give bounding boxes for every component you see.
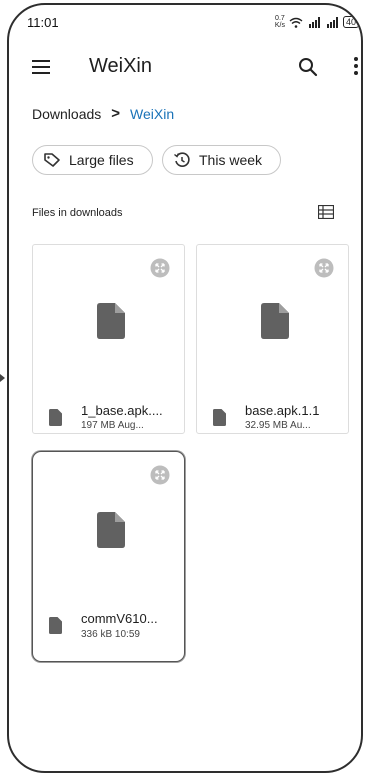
expand-preview-icon[interactable] xyxy=(314,258,334,278)
file-card-selected[interactable]: commV610... 336 kB 10:59 xyxy=(32,451,185,662)
more-vertical-icon[interactable] xyxy=(353,57,359,77)
filter-chip-label: Large files xyxy=(69,152,134,168)
status-icons: 0.7 K/s 40 xyxy=(275,15,359,29)
status-time: 11:01 xyxy=(27,15,59,30)
status-bar: 11:01 0.7 K/s 40 xyxy=(27,15,359,31)
file-icon xyxy=(49,409,62,426)
file-name: commV610... xyxy=(81,611,158,626)
search-icon[interactable] xyxy=(297,56,319,78)
wifi-icon xyxy=(289,17,303,28)
expand-preview-icon[interactable] xyxy=(150,465,170,485)
file-card[interactable]: base.apk.1.1 32.95 MB Au... xyxy=(196,244,349,434)
app-title: WeiXin xyxy=(89,55,152,77)
app-bar: WeiXin xyxy=(29,51,361,83)
tag-icon xyxy=(44,153,60,167)
file-icon xyxy=(49,617,62,634)
network-speed: 0.7 K/s xyxy=(274,15,285,29)
side-edge-marker xyxy=(0,374,5,382)
file-name: 1_base.apk.... xyxy=(81,403,163,418)
expand-preview-icon[interactable] xyxy=(150,258,170,278)
battery-icon: 40 xyxy=(342,16,359,28)
file-icon xyxy=(213,409,226,426)
file-meta: 197 MB Aug... xyxy=(81,420,144,431)
filter-chip-large-files[interactable]: Large files xyxy=(32,145,153,175)
filter-chip-this-week[interactable]: This week xyxy=(162,145,281,175)
list-view-icon[interactable] xyxy=(318,205,334,219)
breadcrumb-downloads[interactable]: Downloads xyxy=(32,106,101,122)
breadcrumb-weixin[interactable]: WeiXin xyxy=(130,106,174,122)
breadcrumb-separator: > xyxy=(111,105,121,122)
file-card[interactable]: 1_base.apk.... 197 MB Aug... xyxy=(32,244,185,434)
file-icon xyxy=(261,303,289,339)
signal-icon-sim2 xyxy=(326,16,338,28)
file-name: base.apk.1.1 xyxy=(245,403,320,418)
filter-chip-label: This week xyxy=(199,152,263,168)
signal-icon-sim1 xyxy=(308,16,320,28)
file-icon xyxy=(97,512,125,548)
phone-frame: 11:01 0.7 K/s 40 WeiXin Downloads > WeiX… xyxy=(7,3,363,773)
breadcrumb: Downloads > WeiXin xyxy=(32,105,174,122)
section-label: Files in downloads xyxy=(32,207,123,219)
history-icon xyxy=(174,152,190,167)
file-icon xyxy=(97,303,125,339)
hamburger-menu-icon[interactable] xyxy=(32,60,50,74)
file-meta: 32.95 MB Au... xyxy=(245,420,311,431)
file-meta: 336 kB 10:59 xyxy=(81,629,140,640)
